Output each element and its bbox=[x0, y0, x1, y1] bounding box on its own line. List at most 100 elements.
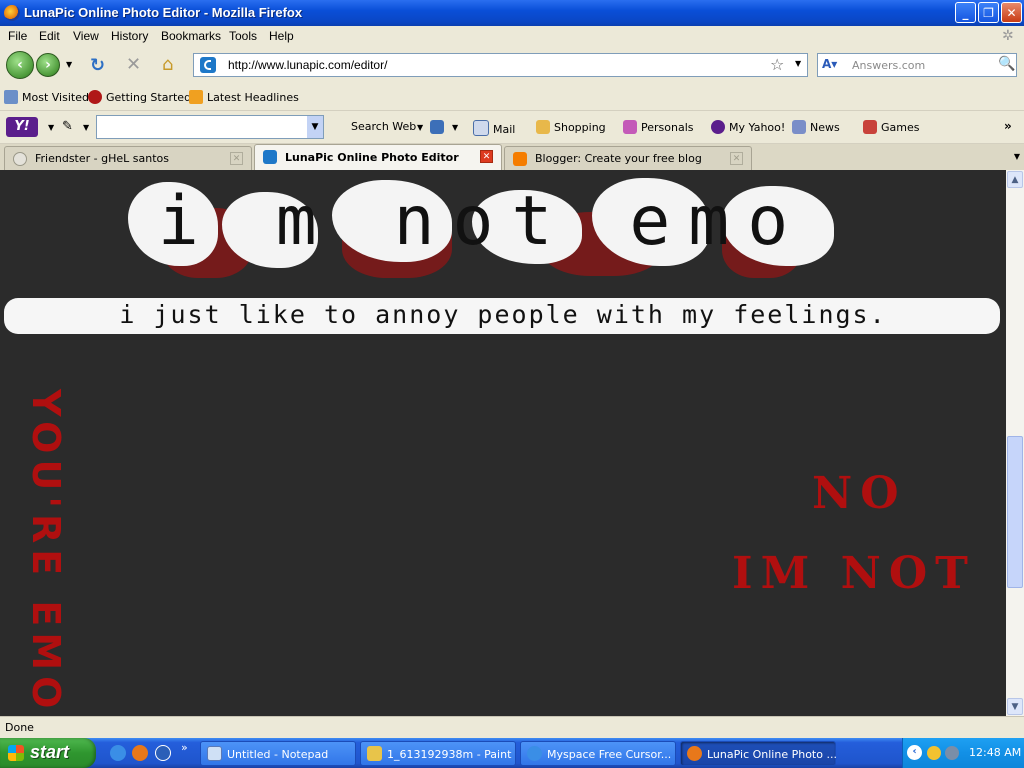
scroll-up-icon[interactable]: ▲ bbox=[1007, 171, 1023, 188]
games-icon bbox=[863, 120, 877, 134]
bookmark-most-visited[interactable]: Most Visited bbox=[4, 90, 89, 104]
getting-started-icon bbox=[88, 90, 102, 104]
tab-list-dropdown-icon[interactable]: ▼ bbox=[1014, 152, 1020, 161]
menu-file[interactable]: File bbox=[8, 29, 27, 43]
yahoo-games-button[interactable]: Games bbox=[863, 120, 919, 134]
url-dropdown-icon[interactable]: ▼ bbox=[795, 59, 801, 68]
toolbar-label: My Yahoo! bbox=[729, 121, 786, 134]
yahoo-shopping-button[interactable]: Shopping bbox=[536, 120, 606, 134]
maximize-button[interactable]: ❐ bbox=[978, 2, 999, 23]
vertical-red-text-label: YOU'RE EMO bbox=[24, 389, 68, 715]
tab-close-icon[interactable]: ✕ bbox=[230, 152, 243, 165]
messenger-smiley-icon[interactable] bbox=[927, 746, 941, 760]
search-engine-icon[interactable]: A▾ bbox=[822, 57, 837, 71]
shield-icon[interactable] bbox=[430, 120, 448, 134]
task-label: Myspace Free Cursor... bbox=[547, 748, 672, 761]
reload-icon[interactable]: ↻ bbox=[90, 55, 105, 76]
windows-logo-icon bbox=[8, 745, 24, 761]
stop-icon[interactable]: ✕ bbox=[126, 54, 141, 75]
vertical-red-text: YOU'RE EMO bbox=[24, 382, 68, 715]
search-box[interactable]: A▾ Answers.com 🔍 bbox=[817, 53, 1017, 77]
forward-button[interactable]: › bbox=[36, 53, 60, 77]
menu-bar: File Edit View History Bookmarks Tools H… bbox=[0, 26, 1024, 46]
toolbar-overflow-icon[interactable]: » bbox=[1004, 119, 1012, 133]
yahoo-logo-icon[interactable]: Y! bbox=[6, 117, 38, 137]
task-lunapic-firefox[interactable]: LunaPic Online Photo ... bbox=[680, 741, 837, 766]
bookmark-label: Getting Started bbox=[106, 91, 192, 104]
volume-icon[interactable] bbox=[945, 746, 959, 760]
ie-quicklaunch-icon[interactable] bbox=[110, 745, 126, 761]
my-yahoo-button[interactable]: My Yahoo! bbox=[711, 120, 785, 134]
scroll-down-icon[interactable]: ▼ bbox=[1007, 698, 1023, 715]
task-label: 1_613192938m - Paint bbox=[387, 748, 512, 761]
yahoo-personals-button[interactable]: Personals bbox=[623, 120, 694, 134]
firefox-icon bbox=[687, 746, 702, 761]
download-quicklaunch-icon[interactable] bbox=[155, 745, 171, 761]
bookmark-latest-headlines[interactable]: Latest Headlines bbox=[189, 90, 299, 104]
friendster-favicon-icon bbox=[13, 152, 27, 166]
tab-lunapic[interactable]: LunaPic Online Photo Editor ✕ bbox=[254, 144, 502, 171]
yahoo-menu-dropdown-icon[interactable]: ▼ bbox=[48, 123, 54, 132]
my-yahoo-icon bbox=[711, 120, 725, 134]
url-text[interactable]: http://www.lunapic.com/editor/ bbox=[228, 58, 387, 72]
address-bar[interactable]: http://www.lunapic.com/editor/ ☆ ▼ bbox=[193, 53, 808, 77]
history-dropdown-icon[interactable]: ▼ bbox=[66, 60, 72, 69]
toolbar-label: Games bbox=[881, 121, 920, 134]
tab-close-icon[interactable]: ✕ bbox=[480, 150, 493, 163]
scrollbar-thumb[interactable] bbox=[1007, 436, 1023, 588]
tab-label: Blogger: Create your free blog bbox=[535, 152, 702, 165]
yahoo-news-button[interactable]: News bbox=[792, 120, 840, 134]
tray-expand-icon[interactable]: ‹ bbox=[907, 745, 922, 760]
yahoo-search-input[interactable]: ▼ bbox=[96, 115, 324, 139]
search-input[interactable]: Answers.com bbox=[852, 59, 925, 72]
menu-bookmarks[interactable]: Bookmarks bbox=[161, 29, 221, 43]
tab-blogger[interactable]: Blogger: Create your free blog ✕ bbox=[504, 146, 752, 170]
shopping-bag-icon bbox=[536, 120, 550, 134]
quicklaunch-more-icon[interactable]: » bbox=[181, 741, 188, 754]
back-button[interactable]: ‹ bbox=[6, 51, 34, 79]
yahoo-search-dropdown-icon[interactable]: ▼ bbox=[307, 116, 323, 138]
rss-icon bbox=[189, 90, 203, 104]
firefox-quicklaunch-icon[interactable] bbox=[132, 745, 148, 761]
news-icon bbox=[792, 120, 806, 134]
yahoo-toolbar: Y! ▼ ✎ ▼ ▼ Search Web ▼ ▼ Mail Shopping … bbox=[0, 111, 1024, 144]
yahoo-mail-button[interactable]: Mail bbox=[473, 120, 515, 136]
mail-icon bbox=[473, 120, 489, 136]
close-button[interactable]: ✕ bbox=[1001, 2, 1022, 23]
bookmark-label: Most Visited bbox=[22, 91, 89, 104]
task-paint[interactable]: 1_613192938m - Paint bbox=[360, 741, 516, 766]
menu-history[interactable]: History bbox=[111, 29, 148, 43]
tab-friendster[interactable]: Friendster - gHeL santos ✕ bbox=[4, 146, 252, 170]
start-button[interactable]: start bbox=[0, 738, 96, 768]
task-label: Untitled - Notepad bbox=[227, 748, 329, 761]
system-tray: ‹ 12:48 AM bbox=[902, 738, 1024, 768]
bookmark-star-icon[interactable]: ☆ bbox=[770, 55, 784, 74]
minimize-button[interactable]: _ bbox=[955, 2, 976, 23]
lunapic-favicon-icon bbox=[263, 150, 277, 164]
red-im-not-text: IM NOT bbox=[732, 548, 976, 599]
vertical-scrollbar[interactable]: ▲ ▼ bbox=[1006, 170, 1024, 716]
task-myspace-cursor[interactable]: Myspace Free Cursor... bbox=[520, 741, 676, 766]
shield-dropdown-icon[interactable]: ▼ bbox=[452, 123, 458, 132]
home-icon[interactable]: ⌂ bbox=[162, 54, 173, 75]
red-no-text: NO bbox=[812, 468, 907, 519]
task-notepad[interactable]: Untitled - Notepad bbox=[200, 741, 356, 766]
status-text: Done bbox=[5, 721, 34, 734]
search-icon[interactable]: 🔍 bbox=[998, 56, 1015, 72]
pencil-icon[interactable]: ✎ bbox=[62, 119, 73, 134]
menu-help[interactable]: Help bbox=[269, 29, 294, 43]
clock[interactable]: 12:48 AM bbox=[969, 746, 1021, 759]
bookmark-label: Latest Headlines bbox=[207, 91, 299, 104]
search-web-dropdown-icon[interactable]: ▼ bbox=[417, 123, 423, 132]
search-web-button[interactable]: Search Web bbox=[351, 120, 416, 133]
tab-label: LunaPic Online Photo Editor bbox=[285, 151, 459, 164]
menu-tools[interactable]: Tools bbox=[229, 29, 257, 43]
tab-strip: Friendster - gHeL santos ✕ LunaPic Onlin… bbox=[0, 144, 1024, 171]
title-bar: LunaPic Online Photo Editor - Mozilla Fi… bbox=[0, 0, 1024, 26]
menu-view[interactable]: View bbox=[73, 29, 99, 43]
menu-edit[interactable]: Edit bbox=[39, 29, 60, 43]
bookmark-getting-started[interactable]: Getting Started bbox=[88, 90, 191, 104]
banner-subtitle: i just like to annoy people with my feel… bbox=[119, 300, 887, 329]
pencil-dropdown-icon[interactable]: ▼ bbox=[83, 123, 89, 132]
tab-close-icon[interactable]: ✕ bbox=[730, 152, 743, 165]
